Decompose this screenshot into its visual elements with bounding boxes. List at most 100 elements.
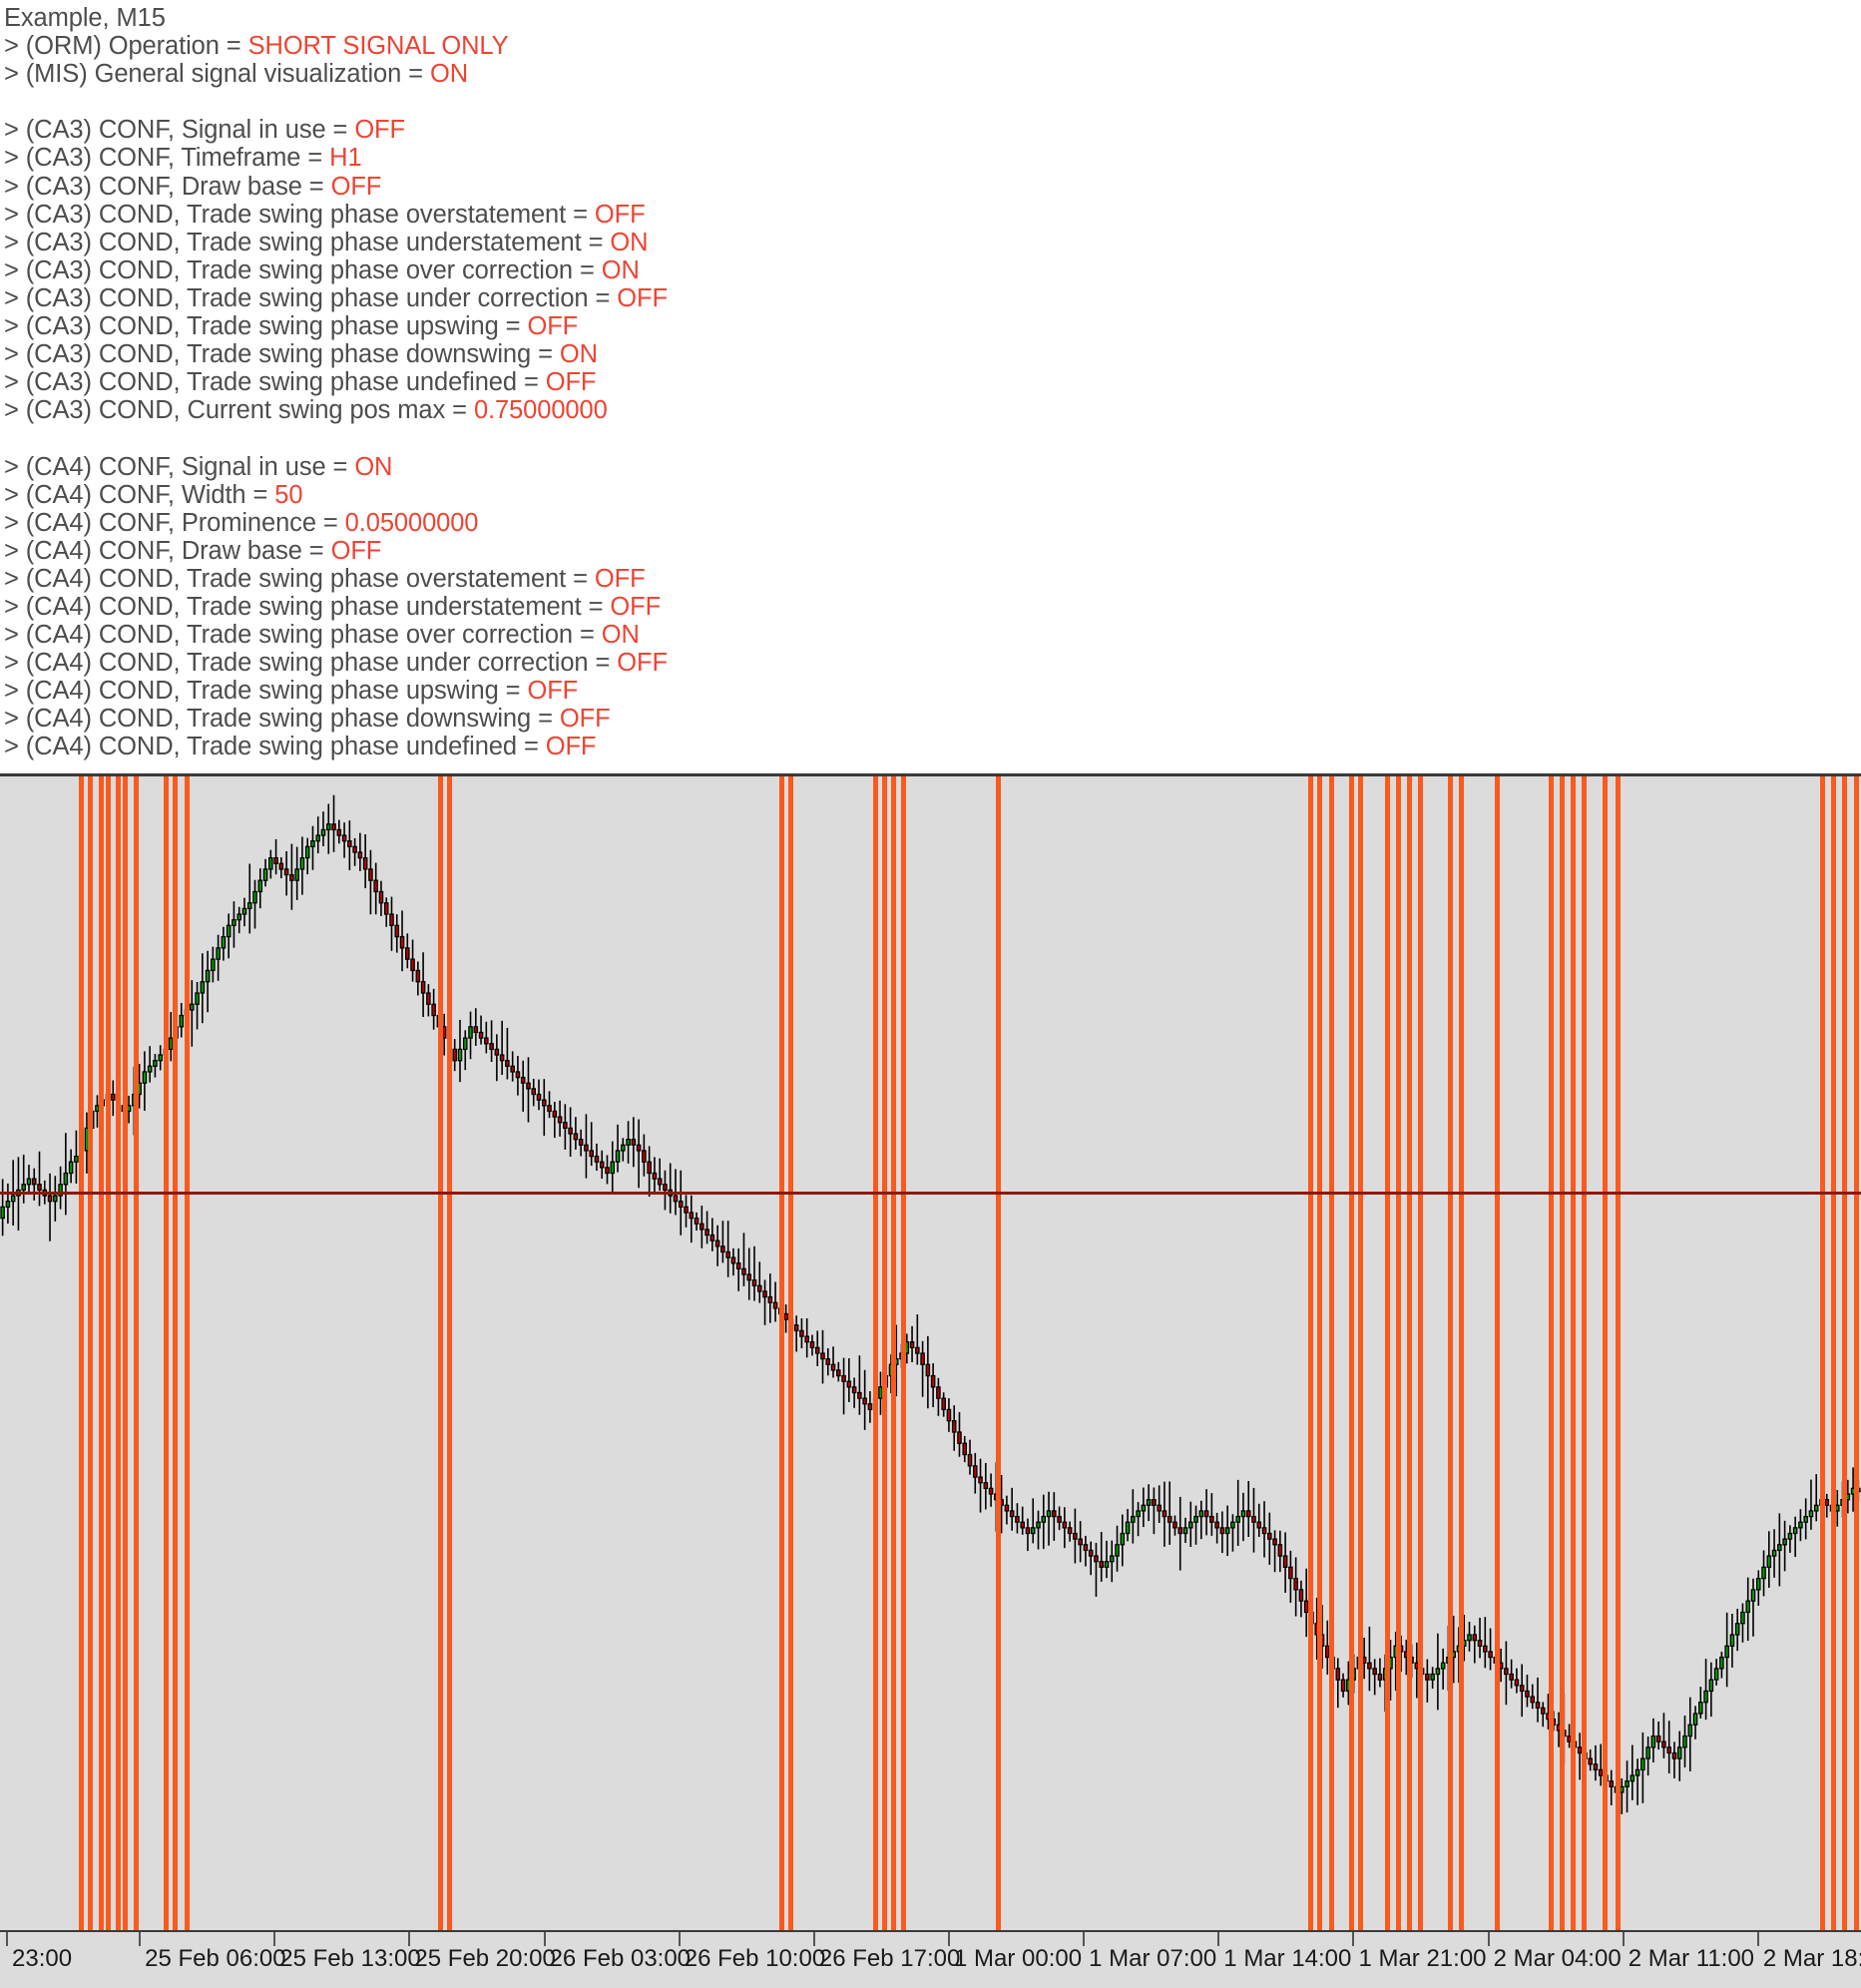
x-axis-tick [543,1932,546,1946]
x-axis-label: 2 Mar 11:00 [1628,1945,1755,1972]
x-axis-tick [1487,1932,1490,1946]
setting-line: > (CA3) CONF, Timeframe = H1 [4,144,1861,172]
signal-line [446,776,452,1930]
x-axis-tick [6,1932,8,1946]
x-axis-label: 1 Mar 07:00 [1089,1945,1217,1972]
x-axis-tick [812,1932,815,1946]
setting-label: > (CA4) COND, Trade swing phase upswing … [4,677,528,706]
setting-label: > (CA3) CONF, Signal in use = [4,116,355,145]
x-axis-label: 23:00 [12,1945,73,1972]
x-axis-tick [1352,1932,1355,1946]
setting-value: ON [601,621,640,650]
x-axis-tick [408,1932,411,1946]
setting-label: > (CA4) CONF, Signal in use = [4,452,355,481]
setting-label: > (MIS) General signal visualization = [4,60,430,89]
x-axis-label: 25 Feb 20:00 [414,1945,556,1972]
setting-line: > (CA3) COND, Trade swing phase upswing … [4,312,1861,340]
signal-line [164,776,170,1930]
x-axis-tick [139,1932,142,1946]
setting-line: > (CA4) CONF, Draw base = OFF [4,537,1861,565]
x-axis-label: 25 Feb 06:00 [145,1945,286,1972]
signal-line [1308,776,1314,1930]
setting-line: > (CA3) CONF, Signal in use = OFF [4,116,1861,144]
signal-line [87,776,93,1930]
setting-value: OFF [545,733,597,761]
x-axis-label: 25 Feb 13:00 [279,1945,421,1972]
setting-value: ON [559,340,598,369]
x-axis-tick [678,1932,681,1946]
setting-value: OFF [330,172,382,201]
x-axis-tick [1083,1932,1086,1946]
setting-line [4,424,1861,452]
setting-line: > (CA4) COND, Trade swing phase upswing … [4,677,1861,705]
signal-line [438,776,444,1930]
setting-line: > (CA4) COND, Trade swing phase undefine… [4,733,1861,760]
setting-line: > (CA4) COND, Trade swing phase understa… [4,593,1861,621]
x-axis-label: 2 Mar 04:00 [1493,1945,1622,1972]
x-axis-tick [273,1932,276,1946]
setting-line [4,88,1861,116]
chart-title-line: Example, M15 [4,4,166,32]
signal-line [1358,776,1364,1930]
setting-value: OFF [617,283,668,312]
setting-label: > (CA4) COND, Trade swing phase under co… [4,649,618,678]
setting-line: > (CA3) COND, Current swing pos max = 0.… [4,396,1861,424]
setting-value: ON [601,255,640,284]
setting-line: > (CA4) CONF, Signal in use = ON [4,453,1861,481]
setting-line: > (CA4) CONF, Prominence = 0.05000000 [4,509,1861,537]
setting-line: > (CA3) COND, Trade swing phase downswin… [4,340,1861,368]
x-axis-label: 26 Feb 10:00 [684,1945,826,1972]
x-axis-label: 1 Mar 00:00 [954,1945,1083,1972]
setting-value: OFF [594,564,646,593]
setting-value: SHORT SIGNAL ONLY [247,32,509,61]
signal-line [184,776,190,1930]
x-axis-label: 2 Mar 18:00 [1762,1945,1861,1972]
signal-line [1559,776,1565,1930]
setting-label: > (CA3) COND, Current swing pos max = [4,396,474,425]
signal-line [1384,776,1390,1930]
x-axis-tick [1622,1932,1625,1946]
signal-line [123,776,129,1930]
setting-value: H1 [329,144,362,173]
signal-line [1582,776,1588,1930]
settings-lines: > (ORM) Operation = SHORT SIGNAL ONLY > (… [4,32,1861,760]
setting-line: > (CA4) COND, Trade swing phase overstat… [4,565,1861,593]
setting-label: > (CA3) COND, Trade swing phase undefine… [4,368,546,397]
setting-label: > (CA3) CONF, Draw base = [4,172,331,201]
signal-line [900,776,906,1930]
signal-line [1418,776,1424,1930]
setting-label: > (ORM) Operation = [4,32,248,61]
setting-value: OFF [527,677,579,706]
x-axis-tick [1756,1932,1759,1946]
signal-line [1317,776,1323,1930]
setting-label: > (CA3) COND, Trade swing phase upswing … [4,312,528,341]
setting-label: > (CA4) CONF, Draw base = [4,536,331,565]
signal-line [173,776,179,1930]
setting-label: > (CA3) COND, Trade swing phase overstat… [4,200,595,229]
setting-value: OFF [594,200,646,229]
x-axis-label: 26 Feb 03:00 [549,1945,692,1972]
setting-label: > (CA3) COND, Trade swing phase downswin… [4,340,560,369]
signal-line [1819,776,1825,1930]
setting-value: ON [354,452,393,481]
setting-value: ON [429,60,469,89]
setting-value: 50 [274,480,303,509]
setting-label: > (CA4) COND, Trade swing phase downswin… [4,705,560,734]
setting-line: > (CA3) COND, Trade swing phase under co… [4,284,1861,312]
signal-line [1447,776,1453,1930]
signal-line [779,776,785,1930]
signal-line [1615,776,1621,1930]
signal-line [1548,776,1554,1930]
setting-line: > (CA4) COND, Trade swing phase downswin… [4,705,1861,733]
setting-label: > (CA4) COND, Trade swing phase over cor… [4,621,602,650]
x-axis-label: 26 Feb 17:00 [818,1945,961,1972]
signal-line [1831,776,1837,1930]
x-axis-label: 1 Mar 21:00 [1358,1945,1487,1972]
x-axis-label: 1 Mar 14:00 [1223,1945,1352,1972]
price-chart: 23:00 25 Feb 06:00 25 Feb 13:00 25 Feb 20:0… [0,773,1861,1988]
setting-value: 0.05000000 [344,508,479,537]
setting-line: > (CA3) COND, Trade swing phase overstat… [4,201,1861,229]
setting-line: > (CA3) COND, Trade swing phase understa… [4,229,1861,256]
signal-line [106,776,112,1930]
setting-value: ON [610,228,649,256]
